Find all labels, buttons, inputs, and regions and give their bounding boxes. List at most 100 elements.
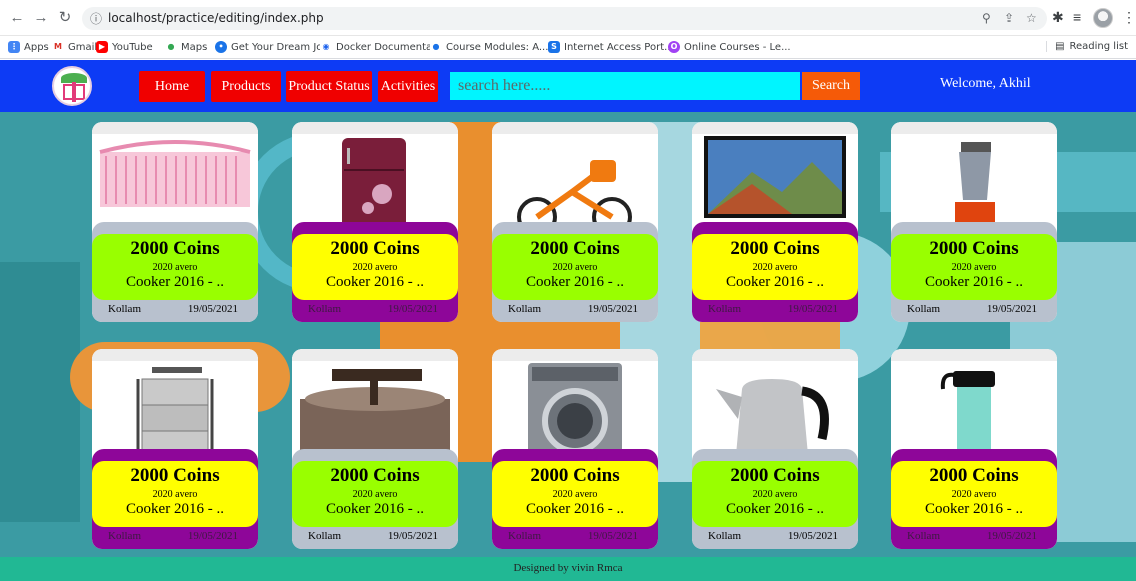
product-subtitle: 2020 avero <box>352 262 398 273</box>
product-card[interactable]: 2000 Coins 2020 avero Cooker 2016 - .. Koll… <box>292 122 458 322</box>
zoom-icon[interactable]: ⚲ <box>982 11 991 25</box>
nav-product-status[interactable]: Product Status <box>286 71 372 102</box>
bicycle-icon <box>517 160 632 234</box>
product-meta: Kollam 19/05/2021 <box>692 527 858 545</box>
media-icon[interactable]: ≡ <box>1073 9 1081 25</box>
product-image[interactable] <box>92 122 258 234</box>
product-price-panel: 2000 Coins 2020 avero Cooker 2016 - .. <box>292 461 458 527</box>
browser-toolbar: ← → ↻ ⓘ localhost/practice/editing/index… <box>0 0 1136 36</box>
product-title[interactable]: Cooker 2016 - .. <box>92 274 258 291</box>
menu-kebab-icon[interactable]: ⋮ <box>1122 9 1136 26</box>
product-coins: 2000 Coins <box>130 465 220 486</box>
bookmark-star-icon[interactable]: ☆ <box>1026 11 1037 25</box>
apps-grid-icon: ⋮ <box>8 41 20 53</box>
online-courses-icon: O <box>668 41 680 53</box>
address-bar[interactable]: ⓘ localhost/practice/editing/index.php ⚲… <box>82 7 1047 30</box>
product-title[interactable]: Cooker 2016 - .. <box>492 274 658 291</box>
site-info-icon[interactable]: ⓘ <box>90 10 102 27</box>
nav-activities[interactable]: Activities <box>378 71 438 102</box>
bookmark-maps[interactable]: ● Maps <box>165 41 207 53</box>
product-date: 19/05/2021 <box>387 303 438 315</box>
product-image[interactable] <box>891 349 1057 461</box>
back-arrow-icon[interactable]: ← <box>8 9 26 27</box>
product-date: 19/05/2021 <box>187 530 238 542</box>
product-card[interactable]: 2000 Coins 2020 avero Cooker 2016 - .. Koll… <box>92 122 258 322</box>
product-price-panel: 2000 Coins 2020 avero Cooker 2016 - .. <box>692 234 858 300</box>
bookmark-online-courses[interactable]: O Online Courses - Le... <box>668 41 791 53</box>
product-card[interactable]: 2000 Coins 2020 avero Cooker 2016 - .. Koll… <box>492 349 658 549</box>
product-card[interactable]: 2000 Coins 2020 avero Cooker 2016 - .. Koll… <box>292 349 458 549</box>
bookmark-course-modules[interactable]: ● Course Modules: A... <box>430 41 548 53</box>
reload-icon[interactable]: ↻ <box>56 9 74 27</box>
product-subtitle: 2020 avero <box>752 262 798 273</box>
product-image[interactable] <box>492 349 658 461</box>
product-title[interactable]: Cooker 2016 - .. <box>292 501 458 518</box>
product-title[interactable]: Cooker 2016 - .. <box>891 501 1057 518</box>
product-card[interactable]: 2000 Coins 2020 avero Cooker 2016 - .. Koll… <box>891 349 1057 549</box>
bookmark-apps[interactable]: ⋮ Apps <box>8 41 49 53</box>
product-image[interactable] <box>692 122 858 234</box>
bookmark-internet-access[interactable]: S Internet Access Port... <box>548 41 674 53</box>
product-location: Kollam <box>508 530 541 542</box>
product-coins: 2000 Coins <box>330 465 420 486</box>
product-coins: 2000 Coins <box>530 238 620 259</box>
product-subtitle: 2020 avero <box>552 262 598 273</box>
product-image[interactable] <box>292 349 458 461</box>
product-location: Kollam <box>108 530 141 542</box>
product-price-panel: 2000 Coins 2020 avero Cooker 2016 - .. <box>492 461 658 527</box>
product-meta: Kollam 19/05/2021 <box>492 300 658 318</box>
product-date: 19/05/2021 <box>387 530 438 542</box>
nav-products[interactable]: Products <box>211 71 281 102</box>
product-date: 19/05/2021 <box>787 303 838 315</box>
product-card[interactable]: 2000 Coins 2020 avero Cooker 2016 - .. Koll… <box>92 349 258 549</box>
welcome-text: Welcome, Akhil <box>940 76 1031 91</box>
product-image[interactable] <box>692 349 858 461</box>
product-coins: 2000 Coins <box>929 238 1019 259</box>
product-location: Kollam <box>708 303 741 315</box>
product-date: 19/05/2021 <box>587 303 638 315</box>
product-meta: Kollam 19/05/2021 <box>891 527 1057 545</box>
product-price-panel: 2000 Coins 2020 avero Cooker 2016 - .. <box>92 234 258 300</box>
share-icon[interactable]: ⇪ <box>1004 11 1014 25</box>
bookmark-dream-job[interactable]: • Get Your Dream Jo... <box>215 41 332 53</box>
product-card[interactable]: 2000 Coins 2020 avero Cooker 2016 - .. Koll… <box>492 122 658 322</box>
bookmark-gmail[interactable]: M Gmail <box>52 41 97 53</box>
url-text: localhost/practice/editing/index.php <box>108 11 324 25</box>
product-price-panel: 2000 Coins 2020 avero Cooker 2016 - .. <box>292 234 458 300</box>
search-input[interactable] <box>450 72 800 100</box>
site-navbar: Home Products Product Status Activities … <box>0 60 1136 112</box>
product-image[interactable] <box>492 122 658 234</box>
bookmark-docker[interactable]: ◉ Docker Documenta... <box>320 41 442 53</box>
reading-list[interactable]: ▤ Reading list <box>1046 41 1128 52</box>
product-meta: Kollam 19/05/2021 <box>891 300 1057 318</box>
product-image[interactable] <box>891 122 1057 234</box>
bg-decoration <box>0 262 80 522</box>
profile-avatar[interactable] <box>1093 8 1113 28</box>
search-button[interactable]: Search <box>802 72 860 100</box>
product-title[interactable]: Cooker 2016 - .. <box>492 501 658 518</box>
bookmark-youtube[interactable]: ▶ YouTube <box>96 41 153 53</box>
docker-icon: ◉ <box>320 41 332 53</box>
grinder-icon <box>300 369 450 459</box>
maps-pin-icon: ● <box>165 41 177 53</box>
forward-arrow-icon[interactable]: → <box>32 9 50 27</box>
extensions-icon[interactable]: ✱ <box>1052 9 1064 26</box>
product-title[interactable]: Cooker 2016 - .. <box>692 501 858 518</box>
product-image[interactable] <box>92 349 258 461</box>
product-title[interactable]: Cooker 2016 - .. <box>292 274 458 291</box>
nav-home[interactable]: Home <box>139 71 205 102</box>
product-title[interactable]: Cooker 2016 - .. <box>92 501 258 518</box>
product-coins: 2000 Coins <box>130 238 220 259</box>
product-coins: 2000 Coins <box>730 465 820 486</box>
product-card[interactable]: 2000 Coins 2020 avero Cooker 2016 - .. Koll… <box>692 349 858 549</box>
site-logo[interactable] <box>52 66 92 106</box>
product-card[interactable]: 2000 Coins 2020 avero Cooker 2016 - .. Koll… <box>692 122 858 322</box>
site-footer: Designed by vivin Rmca <box>0 557 1136 581</box>
product-title[interactable]: Cooker 2016 - .. <box>891 274 1057 291</box>
product-image[interactable] <box>292 122 458 234</box>
product-date: 19/05/2021 <box>587 530 638 542</box>
internet-access-icon: S <box>548 41 560 53</box>
product-card[interactable]: 2000 Coins 2020 avero Cooker 2016 - .. Koll… <box>891 122 1057 322</box>
product-title[interactable]: Cooker 2016 - .. <box>692 274 858 291</box>
product-subtitle: 2020 avero <box>951 262 997 273</box>
